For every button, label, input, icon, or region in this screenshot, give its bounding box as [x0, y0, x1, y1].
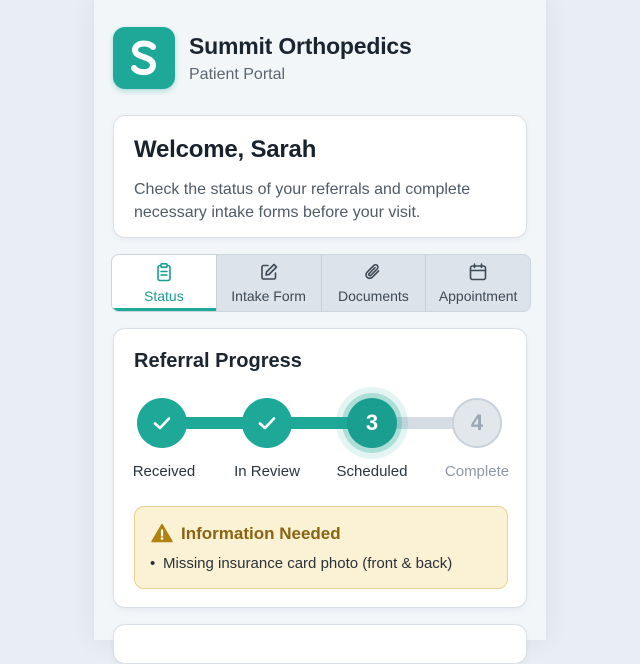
check-icon — [153, 417, 171, 430]
information-needed-alert: Information Needed Missing insurance car… — [134, 506, 508, 589]
edit-icon — [260, 263, 277, 280]
tab-intake-form[interactable]: Intake Form — [217, 255, 322, 311]
step-received-label: Received — [132, 463, 196, 480]
step-complete-number: 4 — [470, 410, 484, 435]
tab-intake-form-label: Intake Form — [231, 288, 306, 304]
welcome-message: Check the status of your referrals and c… — [134, 181, 471, 221]
step-scheduled-number: 3 — [365, 410, 379, 435]
paperclip-icon — [365, 264, 380, 280]
step-complete-label: Complete — [444, 463, 510, 480]
logo-s-icon — [131, 40, 157, 76]
welcome-card: Welcome, Sarah Check the status of your … — [113, 115, 527, 238]
brand-header: Summit Orthopedics Patient Portal — [113, 27, 412, 89]
tab-documents[interactable]: Documents — [322, 255, 427, 311]
alert-title: Information Needed — [181, 524, 341, 543]
step-scheduled-label: Scheduled — [336, 463, 408, 480]
tab-status-label: Status — [144, 288, 184, 304]
step-complete-circle: 4 — [452, 398, 502, 448]
portal-panel: Summit Orthopedics Patient Portal Welcom… — [93, 0, 547, 664]
step-scheduled-circle: 3 — [347, 398, 397, 448]
tab-status[interactable]: Status — [112, 255, 217, 311]
tab-bar: Status Intake Form Documents Appointment — [111, 254, 531, 312]
calendar-icon — [469, 263, 487, 281]
tab-appointment[interactable]: Appointment — [426, 255, 530, 311]
step-in-review-circle — [242, 398, 292, 448]
referral-progress-card: Referral Progress Received In Review 3 S… — [113, 328, 527, 608]
tab-appointment-label: Appointment — [438, 288, 518, 304]
check-icon — [258, 417, 276, 430]
tab-documents-label: Documents — [337, 288, 409, 304]
welcome-title: Welcome, Sarah — [134, 136, 317, 163]
logo — [113, 27, 175, 89]
step-received-circle — [137, 398, 187, 448]
alert-item: Missing insurance card photo (front & ba… — [150, 555, 452, 572]
step-in-review-label: In Review — [234, 463, 300, 480]
clipboard-icon — [157, 262, 171, 282]
brand-name: Summit Orthopedics — [189, 32, 412, 59]
brand-subtitle: Patient Portal — [189, 65, 286, 83]
progress-stepper: Received In Review 3 Scheduled 4 Complet… — [114, 329, 528, 509]
warning-icon — [151, 523, 173, 543]
next-card — [113, 624, 527, 664]
